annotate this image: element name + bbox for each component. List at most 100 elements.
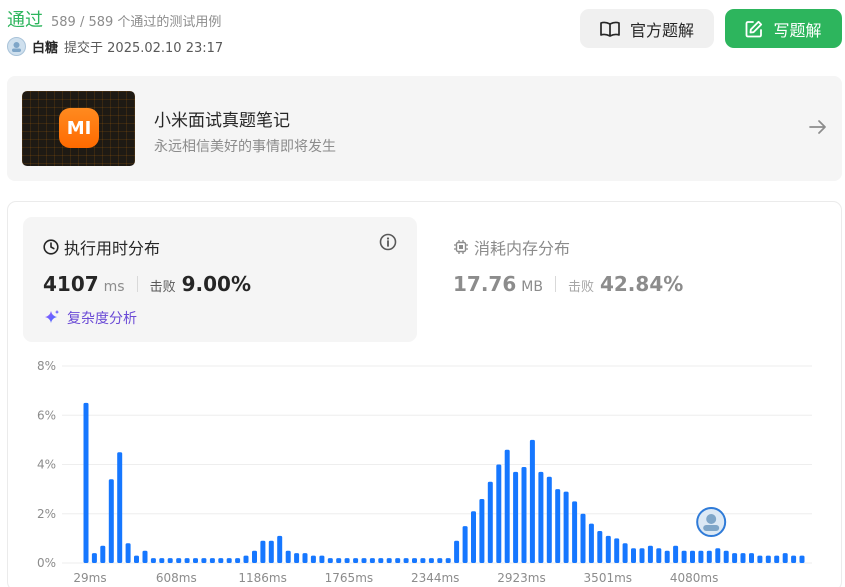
histogram-bar[interactable] — [757, 555, 763, 563]
histogram-bar[interactable] — [91, 553, 97, 563]
runtime-distribution-chart[interactable]: 0% 2% 4% 6% 8% 29ms 608ms 1186ms 1765ms 2344ms 292… — [0, 0, 845, 587]
histogram-bar[interactable] — [361, 558, 367, 563]
histogram-bar[interactable] — [681, 550, 687, 563]
y-tick-label: 4% — [37, 458, 56, 472]
x-tick-label: 2344ms — [411, 571, 459, 585]
histogram-bar[interactable] — [243, 555, 249, 563]
histogram-bar[interactable] — [647, 545, 653, 563]
histogram-bar[interactable] — [420, 558, 426, 563]
histogram-bar[interactable] — [252, 550, 257, 563]
histogram-bar[interactable] — [336, 558, 342, 563]
histogram-bar[interactable] — [782, 553, 788, 563]
histogram-bar[interactable] — [774, 555, 780, 563]
histogram-bar[interactable] — [134, 555, 139, 563]
my-submission-marker[interactable] — [696, 507, 727, 537]
x-tick-label: 1186ms — [238, 571, 286, 585]
histogram-bar[interactable] — [209, 558, 215, 563]
histogram-bar[interactable] — [479, 499, 485, 563]
histogram-bar[interactable] — [319, 555, 325, 563]
histogram-bar[interactable] — [732, 553, 738, 563]
histogram-bar[interactable] — [563, 491, 569, 563]
histogram-bar[interactable] — [201, 558, 207, 563]
histogram-bar[interactable] — [546, 476, 552, 563]
histogram-bar[interactable] — [639, 548, 645, 563]
histogram-bar[interactable] — [572, 501, 578, 563]
histogram-bar[interactable] — [218, 558, 224, 563]
histogram-bar[interactable] — [302, 553, 308, 563]
histogram-bar[interactable] — [159, 558, 165, 563]
histogram-bar[interactable] — [310, 555, 316, 563]
x-tick-label: 3501ms — [584, 571, 632, 585]
histogram-bar[interactable] — [117, 452, 123, 563]
histogram-bar[interactable] — [344, 558, 350, 563]
histogram-bar[interactable] — [496, 464, 502, 564]
histogram-bar[interactable] — [445, 558, 451, 563]
histogram-bar[interactable] — [605, 535, 611, 563]
histogram-bar[interactable] — [690, 550, 695, 563]
y-tick-label: 8% — [37, 359, 56, 373]
x-tick-label: 608ms — [156, 571, 197, 585]
histogram-bar[interactable] — [614, 538, 620, 563]
histogram-bar[interactable] — [487, 481, 493, 563]
histogram-bar[interactable] — [176, 558, 182, 563]
marker-avatar-head — [706, 514, 717, 524]
histogram-bar[interactable] — [268, 540, 274, 563]
histogram-bar[interactable] — [791, 555, 797, 563]
histogram-bar[interactable] — [749, 553, 754, 563]
histogram-bar[interactable] — [260, 540, 266, 563]
histogram-bar[interactable] — [799, 555, 805, 563]
x-tick-label: 29ms — [73, 571, 106, 585]
y-tick-label: 6% — [37, 408, 56, 422]
histogram-bar[interactable] — [631, 548, 636, 563]
histogram-bar[interactable] — [740, 553, 746, 563]
histogram-bar[interactable] — [412, 558, 417, 563]
histogram-bar[interactable] — [580, 513, 586, 564]
histogram-bar[interactable] — [437, 558, 443, 563]
histogram-bar[interactable] — [504, 449, 510, 563]
histogram-bar[interactable] — [369, 558, 375, 563]
histogram-bar[interactable] — [395, 558, 401, 563]
histogram-bar[interactable] — [471, 511, 476, 563]
histogram-bar[interactable] — [529, 439, 535, 563]
x-tick-label: 2923ms — [497, 571, 545, 585]
histogram-bar[interactable] — [125, 543, 131, 563]
histogram-bar[interactable] — [150, 558, 156, 563]
histogram-bar[interactable] — [142, 550, 148, 563]
x-tick-label: 4080ms — [670, 571, 718, 585]
histogram-bar[interactable] — [83, 402, 89, 563]
histogram-bar[interactable] — [403, 558, 409, 563]
histogram-bar[interactable] — [454, 540, 460, 563]
histogram-bar[interactable] — [184, 558, 190, 563]
histogram-bar[interactable] — [673, 545, 679, 563]
histogram-bar[interactable] — [622, 543, 628, 563]
histogram-bar[interactable] — [698, 550, 704, 563]
histogram-bar[interactable] — [538, 471, 544, 563]
histogram-bar[interactable] — [597, 531, 603, 563]
histogram-bar[interactable] — [193, 558, 198, 563]
histogram-bar[interactable] — [100, 545, 106, 563]
histogram-bar[interactable] — [294, 553, 300, 563]
histogram-bar[interactable] — [378, 558, 384, 563]
histogram-bar[interactable] — [428, 558, 434, 563]
marker-avatar-body — [703, 525, 720, 531]
histogram-bar[interactable] — [386, 558, 392, 563]
histogram-bar[interactable] — [462, 526, 468, 563]
histogram-bar[interactable] — [765, 555, 771, 563]
histogram-bar[interactable] — [285, 550, 291, 563]
histogram-bar[interactable] — [513, 471, 519, 563]
histogram-bar[interactable] — [588, 523, 594, 563]
histogram-bar[interactable] — [555, 489, 561, 563]
histogram-bar[interactable] — [664, 550, 670, 563]
histogram-bar[interactable] — [521, 467, 527, 563]
histogram-bar[interactable] — [327, 558, 333, 563]
histogram-bar[interactable] — [723, 550, 729, 563]
histogram-bar[interactable] — [235, 558, 241, 563]
histogram-bar[interactable] — [353, 558, 359, 563]
histogram-bar[interactable] — [656, 548, 662, 563]
histogram-bar[interactable] — [108, 479, 114, 563]
histogram-bar[interactable] — [167, 558, 173, 563]
histogram-bar[interactable] — [715, 548, 721, 563]
histogram-bar[interactable] — [277, 535, 283, 563]
histogram-bar[interactable] — [226, 558, 232, 563]
histogram-bar[interactable] — [706, 550, 712, 563]
